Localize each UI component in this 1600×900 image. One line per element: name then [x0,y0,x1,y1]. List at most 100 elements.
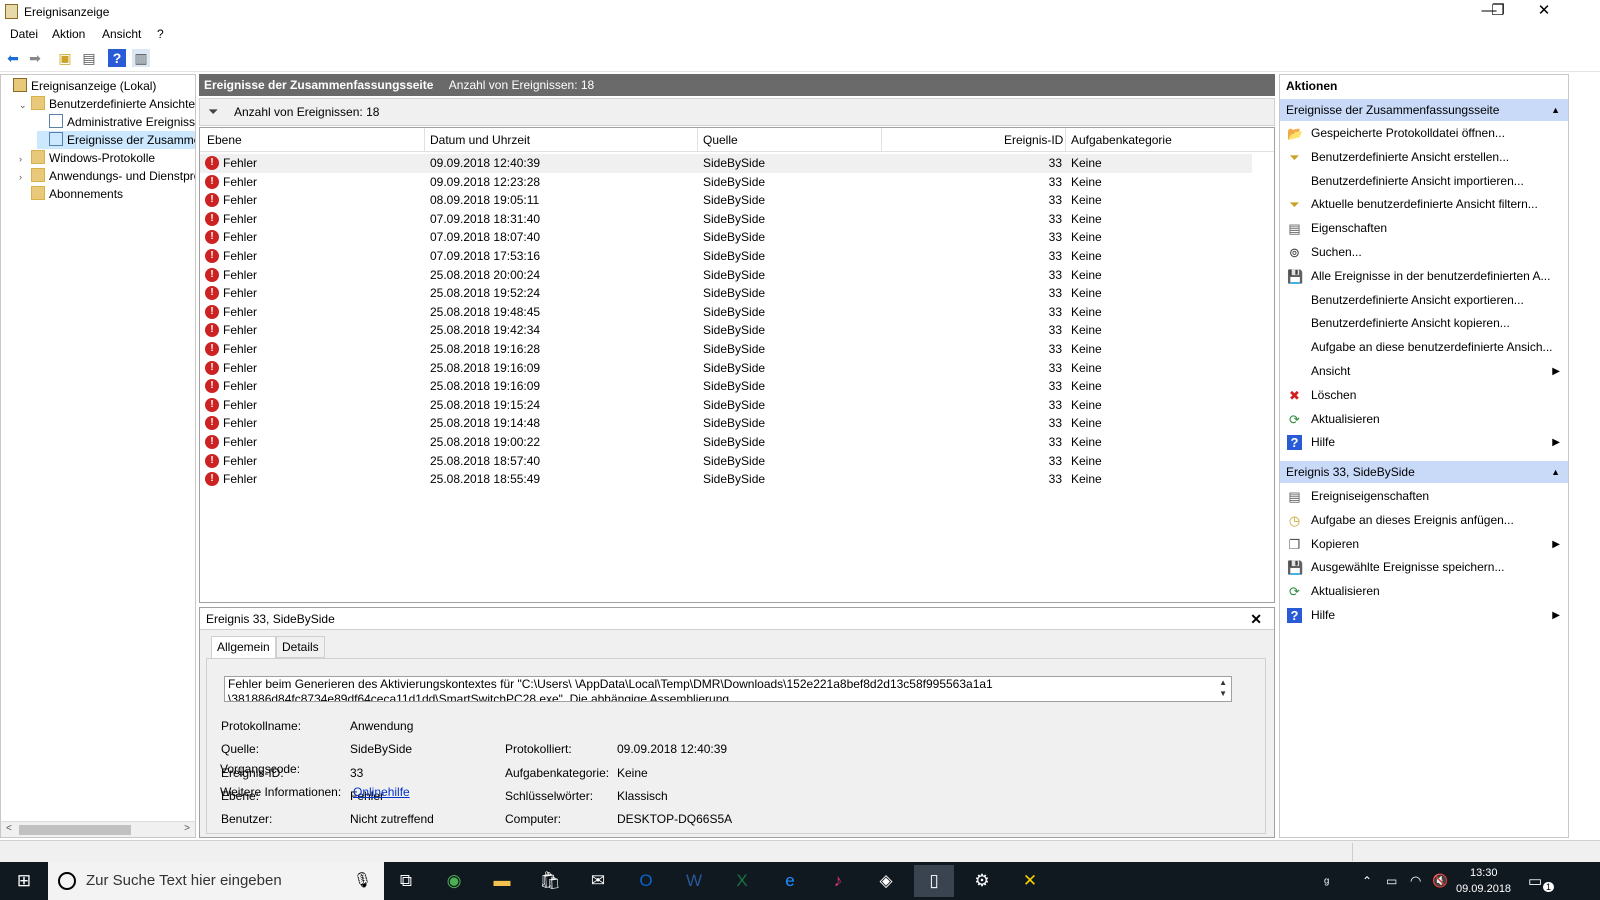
tree-item[interactable]: › Windows-Protokolle [19,149,195,167]
table-row[interactable]: ! Fehler 25.08.2018 19:16:28 SideBySide 33 Ke… [200,340,1252,359]
action-item[interactable]: ◷ Aufgabe an dieses Ereignis anfügen... [1280,509,1568,532]
expand-right-icon[interactable]: › [19,168,31,185]
table-row[interactable]: ! Fehler 07.09.2018 18:07:40 SideBySide 33 Ke… [200,228,1252,247]
mail-icon[interactable]: ✉ [578,865,618,897]
table-row[interactable]: ! Fehler 25.08.2018 19:42:34 SideBySide 33 Ke… [200,321,1252,340]
collapse-up-icon[interactable]: ▲ [1551,461,1560,483]
table-row[interactable]: ! Fehler 08.09.2018 19:05:11 SideBySide 33 Ke… [200,191,1252,210]
table-row[interactable]: ! Fehler 25.08.2018 18:57:40 SideBySide 33 Ke… [200,452,1252,471]
chrome-icon[interactable]: ◉ [434,865,474,897]
taskbar-search-box[interactable]: Zur Suche Text hier eingeben 🎙 [48,862,384,900]
action-item[interactable]: ▤ Eigenschaften [1280,217,1568,240]
close-window-button[interactable]: ✕ [1521,0,1567,24]
filter-icon[interactable]: ⏷ [208,99,218,125]
action-item[interactable]: ⏷ Benutzerdefinierte Ansicht erstellen... [1280,146,1568,169]
tree-horizontal-scrollbar[interactable]: < > [1,821,195,837]
action-item[interactable]: Benutzerdefinierte Ansicht exportieren..… [1280,289,1568,312]
close-detail-icon[interactable]: ✕ [1250,608,1262,630]
photo-app-icon[interactable]: ◈ [866,865,906,897]
column-header-datum[interactable]: Datum und Uhrzeit [430,133,530,147]
menu-aktion[interactable]: Aktion [52,27,85,41]
column-header-ebene[interactable]: Ebene [207,133,242,147]
tree-item[interactable]: Abonnements [19,185,195,203]
show-action-pane-icon[interactable]: ▥ [132,49,150,67]
explorer-icon[interactable]: ▬ [482,865,522,897]
table-row[interactable]: ! Fehler 25.08.2018 20:00:24 SideBySide 33 Ke… [200,266,1252,285]
people-icon[interactable]: ᵍ [1324,874,1329,890]
action-item[interactable]: ▤ Ereigniseigenschaften [1280,485,1568,508]
action-item[interactable]: 💾 Ausgewählte Ereignisse speichern... [1280,556,1568,579]
action-item[interactable]: Ansicht ▶ [1280,360,1568,383]
back-icon[interactable]: ⬅ [4,49,22,67]
action-item[interactable]: ❐ Kopieren ▶ [1280,533,1568,556]
word-icon[interactable]: W [674,865,714,897]
table-row[interactable]: ! Fehler 25.08.2018 19:16:09 SideBySide 33 Ke… [200,359,1252,378]
menu-ansicht[interactable]: Ansicht [102,27,141,41]
forward-icon[interactable]: ➡ [26,49,44,67]
expand-right-icon[interactable]: › [19,150,31,167]
wifi-icon[interactable]: ◠ [1410,873,1421,889]
tree-item[interactable]: › Anwendungs- und Dienstprotokolle [19,167,195,185]
expand-down-icon[interactable]: ⌄ [19,96,31,113]
table-row[interactable]: ! Fehler 09.09.2018 12:40:39 SideBySide 33 Ke… [200,154,1252,173]
tray-overflow-icon[interactable]: ⌃ [1362,874,1372,888]
action-center-icon[interactable]: ▭ [1528,872,1542,890]
clock-time[interactable]: 13:30 [1470,867,1498,879]
column-header-ereignis-id[interactable]: Ereignis-ID [1004,133,1063,147]
actions-section-view[interactable]: Ereignisse der Zusammenfassungsseite ▲ [1280,99,1568,121]
edge-icon[interactable]: e [770,865,810,897]
action-item[interactable]: ⊚ Suchen... [1280,241,1568,264]
action-item[interactable]: ? Hilfe ▶ [1280,604,1568,627]
message-scroll-arrows-icon[interactable]: ▲ ▼ [1219,677,1227,699]
tab-allgemein[interactable]: Allgemein [211,636,276,659]
onlinehilfe-link[interactable]: Onlinehilfe [353,785,410,799]
table-row[interactable]: ! Fehler 25.08.2018 19:14:48 SideBySide 33 Ke… [200,414,1252,433]
actions-section-event[interactable]: Ereignis 33, SideBySide ▲ [1280,461,1568,483]
menu-help[interactable]: ? [157,27,164,41]
menu-datei[interactable]: Datei [10,27,38,41]
scroll-thumb[interactable] [19,825,131,835]
action-item[interactable]: Benutzerdefinierte Ansicht importieren..… [1280,170,1568,193]
windows-start-icon[interactable]: ⊞ [2,865,46,897]
event-message-box[interactable]: Fehler beim Generieren des Aktivierungsk… [224,676,1232,702]
itunes-icon[interactable]: ♪ [818,865,858,897]
app-x-icon[interactable]: ✕ [1010,865,1050,897]
collapse-up-icon[interactable]: ▲ [1551,99,1560,121]
settings-icon[interactable]: ⚙ [962,865,1002,897]
table-row[interactable]: ! Fehler 25.08.2018 19:52:24 SideBySide 33 Ke… [200,284,1252,303]
table-row[interactable]: ! Fehler 09.09.2018 12:23:28 SideBySide 33 Ke… [200,173,1252,192]
table-row[interactable]: ! Fehler 25.08.2018 19:15:24 SideBySide 33 Ke… [200,396,1252,415]
action-item[interactable]: 📂 Gespeicherte Protokolldatei öffnen... [1280,122,1568,145]
table-row[interactable]: ! Fehler 25.08.2018 19:00:22 SideBySide 33 Ke… [200,433,1252,452]
table-row[interactable]: ! Fehler 25.08.2018 19:16:09 SideBySide 33 Ke… [200,377,1252,396]
excel-icon[interactable]: X [722,865,762,897]
scroll-left-icon[interactable]: < [6,823,12,834]
action-item[interactable]: ⟳ Aktualisieren [1280,580,1568,603]
column-header-quelle[interactable]: Quelle [703,133,738,147]
column-header-aufgabenkategorie[interactable]: Aufgabenkategorie [1071,133,1172,147]
action-item[interactable]: Benutzerdefinierte Ansicht kopieren... [1280,312,1568,335]
tree-item[interactable]: Administrative Ereignisse [37,113,195,131]
table-row[interactable]: ! Fehler 07.09.2018 17:53:16 SideBySide 33 Ke… [200,247,1252,266]
help-icon[interactable]: ? [108,49,126,67]
action-item[interactable]: 💾 Alle Ereignisse in der benutzerdefinier… [1280,265,1568,288]
maximize-button[interactable]: ❐ [1475,0,1521,24]
clock-date[interactable]: 09.09.2018 [1456,883,1511,895]
task-view-icon[interactable]: ⧉ [386,865,426,897]
action-item[interactable]: ⟳ Aktualisieren [1280,408,1568,431]
action-item[interactable]: ? Hilfe ▶ [1280,431,1568,454]
action-item[interactable]: Aufgabe an diese benutzerdefinierte Ansi… [1280,336,1568,359]
volume-muted-icon[interactable]: 🔇 [1432,873,1448,889]
store-icon[interactable]: 🛍 [530,865,570,897]
microphone-icon[interactable]: 🎙 [353,862,372,900]
tab-details[interactable]: Details [276,636,325,658]
tree-item[interactable]: Ereignisse der Zusammenfassungsseite [37,131,195,149]
action-item[interactable]: ✖ Löschen [1280,384,1568,407]
tree-item[interactable]: ⌄ Benutzerdefinierte Ansichten [19,95,195,113]
tree-item[interactable]: Ereignisanzeige (Lokal) [1,77,195,95]
table-row[interactable]: ! Fehler 25.08.2018 18:55:49 SideBySide 33 Ke… [200,470,1252,489]
action-item[interactable]: ⏷ Aktuelle benutzerdefinierte Ansicht fil… [1280,193,1568,216]
table-row[interactable]: ! Fehler 25.08.2018 19:48:45 SideBySide 33 Ke… [200,303,1252,322]
battery-icon[interactable]: ▭ [1386,874,1397,888]
outlook-icon[interactable]: O [626,865,666,897]
